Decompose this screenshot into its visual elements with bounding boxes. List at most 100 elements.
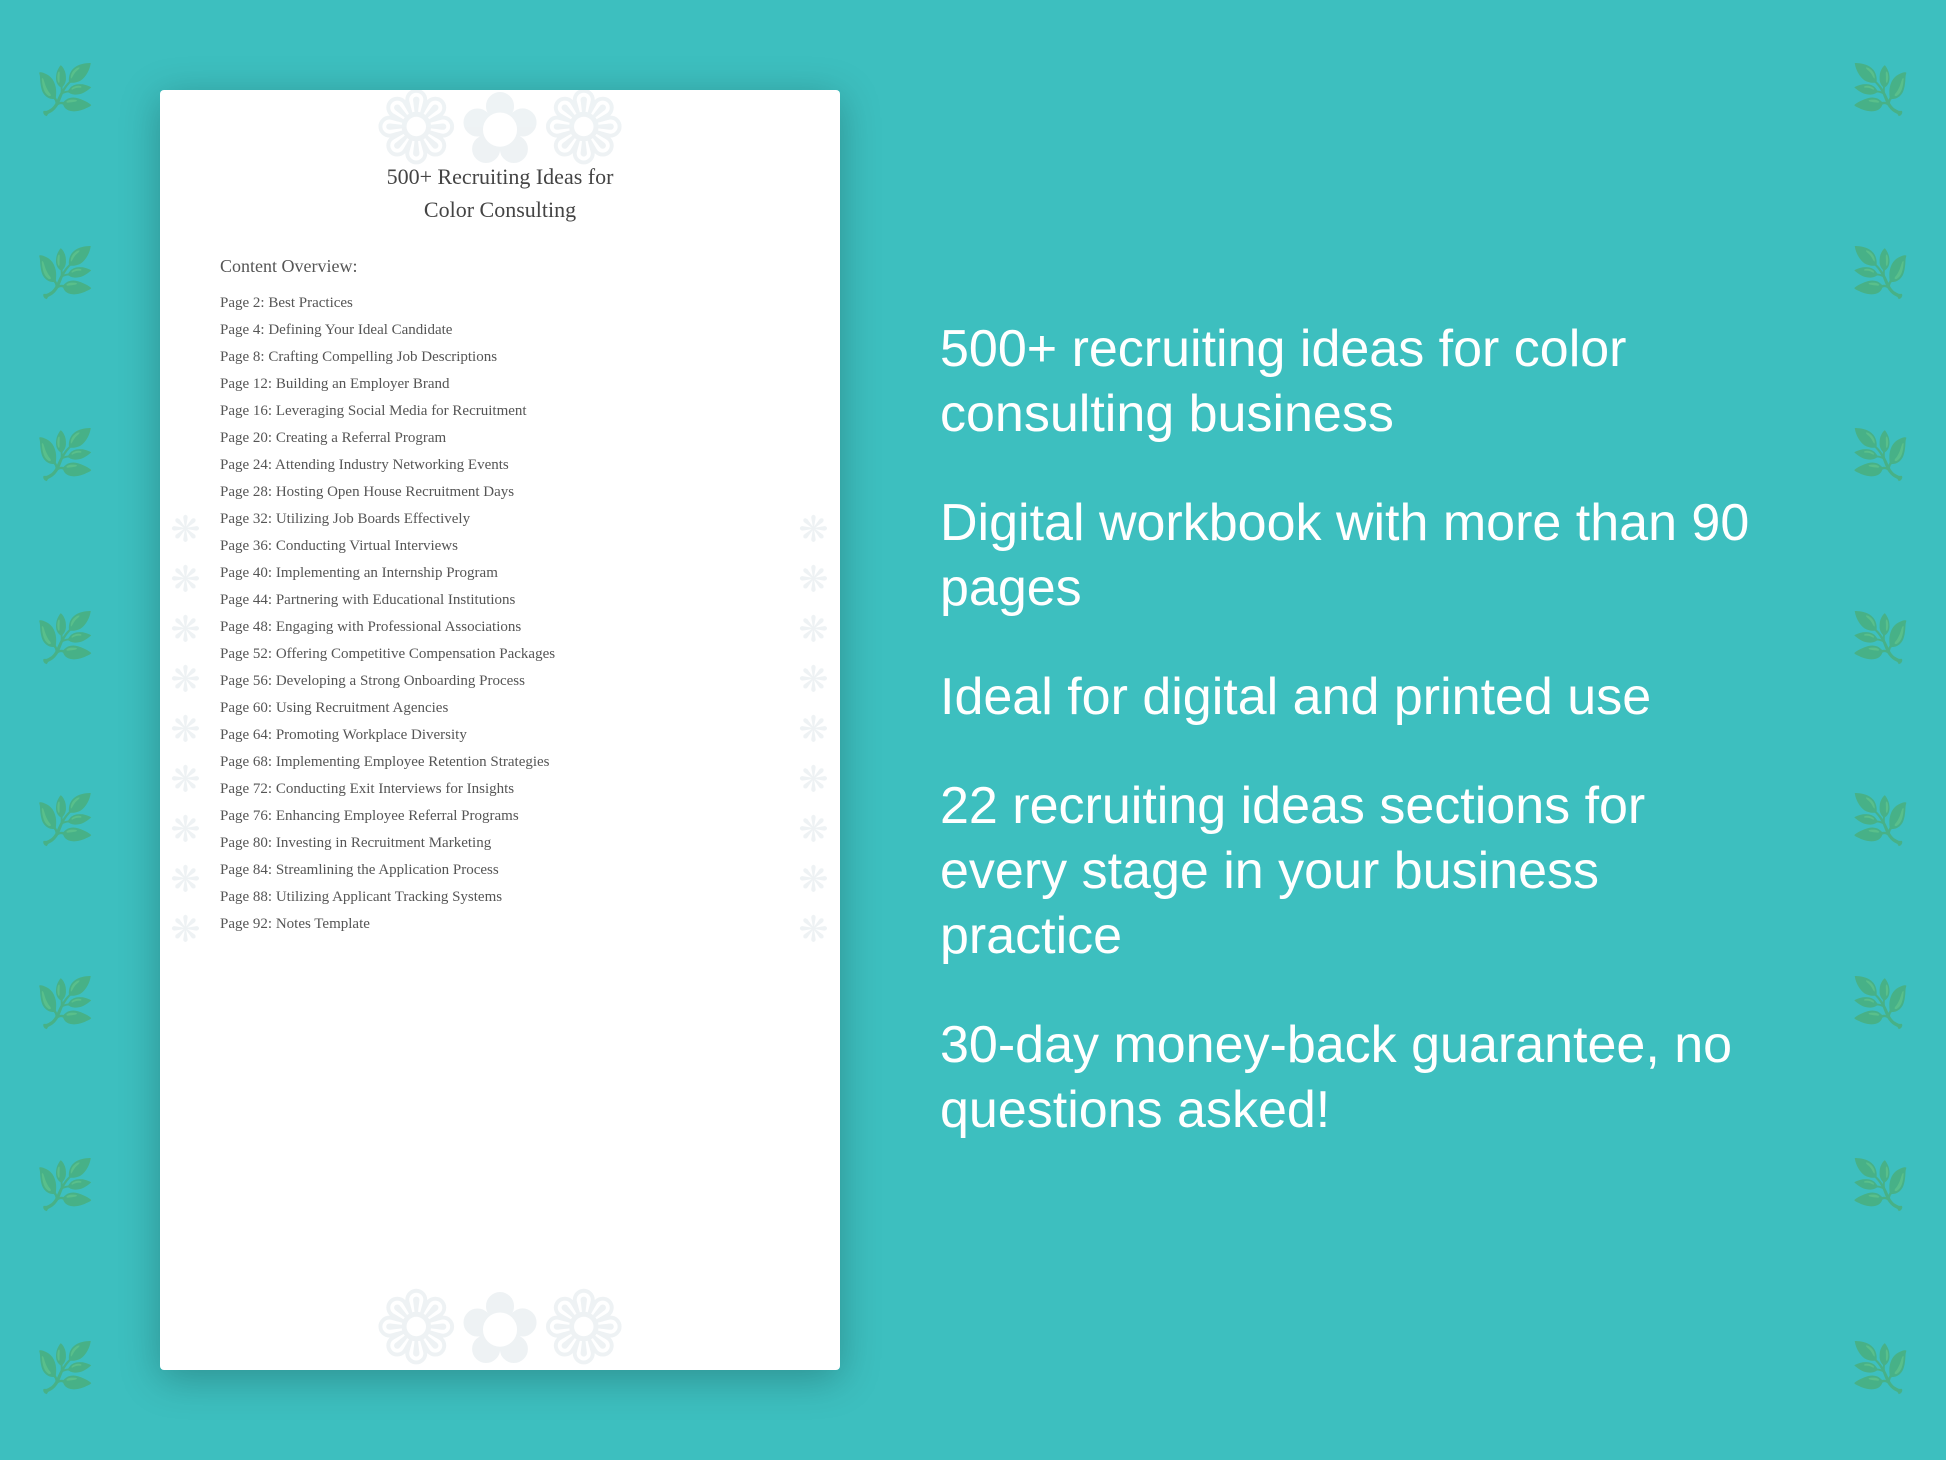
toc-topic: Hosting Open House Recruitment Days	[276, 484, 514, 500]
toc-topic: Utilizing Job Boards Effectively	[276, 511, 470, 527]
main-content: ❁✿❁ ❁✿❁ ❋ ❋ ❋ ❋ ❋ ❋ ❋ ❋ ❋ ❋ ❋ ❋ ❋ ❋ ❋ ❋ …	[0, 0, 1946, 1460]
toc-page-num: Page 84:	[220, 862, 272, 878]
toc-item: Page 28: Hosting Open House Recruitment …	[220, 482, 780, 503]
toc-page-num: Page 4:	[220, 322, 265, 338]
feature-text-4: 22 recruiting ideas sections for every s…	[940, 774, 1786, 969]
toc-item: Page 44: Partnering with Educational Ins…	[220, 590, 780, 611]
toc-item: Page 8: Crafting Compelling Job Descript…	[220, 347, 780, 368]
deco-right-side: ❋ ❋ ❋ ❋ ❋ ❋ ❋ ❋ ❋	[796, 510, 832, 951]
toc-page-num: Page 76:	[220, 808, 272, 824]
toc-page-num: Page 60:	[220, 700, 272, 716]
toc-topic: Developing a Strong Onboarding Process	[276, 673, 525, 689]
feature-text-2: Digital workbook with more than 90 pages	[940, 491, 1786, 621]
floral-sprig-4: 🌿	[35, 615, 95, 663]
floral-sprig-r2: 🌿	[1851, 250, 1911, 298]
toc-item: Page 52: Offering Competitive Compensati…	[220, 644, 780, 665]
toc-page-num: Page 12:	[220, 376, 272, 392]
floral-sprig-1: 🌿	[35, 67, 95, 115]
toc-page-num: Page 36:	[220, 538, 272, 554]
toc-item: Page 32: Utilizing Job Boards Effectivel…	[220, 509, 780, 530]
toc-page-num: Page 80:	[220, 835, 272, 851]
toc-topic: Attending Industry Networking Events	[275, 457, 509, 473]
right-floral-border: 🌿 🌿 🌿 🌿 🌿 🌿 🌿 🌿	[1816, 0, 1946, 1460]
toc-item: Page 12: Building an Employer Brand	[220, 374, 780, 395]
toc-item: Page 72: Conducting Exit Interviews for …	[220, 779, 780, 800]
toc-item: Page 64: Promoting Workplace Diversity	[220, 725, 780, 746]
toc-item: Page 88: Utilizing Applicant Tracking Sy…	[220, 887, 780, 908]
toc-topic: Defining Your Ideal Candidate	[268, 322, 452, 338]
toc-topic: Implementing Employee Retention Strategi…	[276, 754, 550, 770]
table-of-contents: Page 2: Best PracticesPage 4: Defining Y…	[220, 293, 780, 935]
toc-topic: Implementing an Internship Program	[276, 565, 498, 581]
toc-topic: Utilizing Applicant Tracking Systems	[276, 889, 502, 905]
floral-sprig-2: 🌿	[35, 250, 95, 298]
floral-sprig-r7: 🌿	[1851, 1162, 1911, 1210]
toc-item: Page 84: Streamlining the Application Pr…	[220, 860, 780, 881]
toc-item: Page 76: Enhancing Employee Referral Pro…	[220, 806, 780, 827]
floral-sprig-7: 🌿	[35, 1162, 95, 1210]
toc-topic: Partnering with Educational Institutions	[276, 592, 516, 608]
toc-topic: Best Practices	[268, 295, 353, 311]
toc-page-num: Page 68:	[220, 754, 272, 770]
floral-sprig-6: 🌿	[35, 980, 95, 1028]
toc-item: Page 2: Best Practices	[220, 293, 780, 314]
toc-topic: Promoting Workplace Diversity	[276, 727, 467, 743]
toc-page-num: Page 92:	[220, 916, 272, 932]
toc-topic: Enhancing Employee Referral Programs	[276, 808, 519, 824]
toc-page-num: Page 52:	[220, 646, 272, 662]
floral-sprig-r5: 🌿	[1851, 797, 1911, 845]
feature-text-1: 500+ recruiting ideas for color consulti…	[940, 317, 1786, 447]
floral-sprig-8: 🌿	[35, 1345, 95, 1393]
toc-topic: Creating a Referral Program	[276, 430, 446, 446]
toc-page-num: Page 2:	[220, 295, 265, 311]
toc-topic: Engaging with Professional Associations	[276, 619, 521, 635]
toc-page-num: Page 88:	[220, 889, 272, 905]
deco-left-side: ❋ ❋ ❋ ❋ ❋ ❋ ❋ ❋ ❋	[168, 510, 204, 951]
toc-topic: Leveraging Social Media for Recruitment	[276, 403, 527, 419]
floral-sprig-r6: 🌿	[1851, 980, 1911, 1028]
toc-topic: Conducting Exit Interviews for Insights	[276, 781, 514, 797]
toc-topic: Streamlining the Application Process	[276, 862, 499, 878]
toc-page-num: Page 56:	[220, 673, 272, 689]
workbook-preview: ❁✿❁ ❁✿❁ ❋ ❋ ❋ ❋ ❋ ❋ ❋ ❋ ❋ ❋ ❋ ❋ ❋ ❋ ❋ ❋ …	[160, 90, 840, 1370]
feature-text-3: Ideal for digital and printed use	[940, 665, 1786, 730]
features-panel: 500+ recruiting ideas for color consulti…	[920, 317, 1786, 1143]
toc-item: Page 36: Conducting Virtual Interviews	[220, 536, 780, 557]
toc-page-num: Page 24:	[220, 457, 272, 473]
toc-page-num: Page 16:	[220, 403, 272, 419]
toc-item: Page 20: Creating a Referral Program	[220, 428, 780, 449]
toc-topic: Building an Employer Brand	[276, 376, 450, 392]
toc-topic: Investing in Recruitment Marketing	[276, 835, 491, 851]
toc-page-num: Page 48:	[220, 619, 272, 635]
toc-topic: Notes Template	[276, 916, 370, 932]
toc-item: Page 56: Developing a Strong Onboarding …	[220, 671, 780, 692]
left-floral-border: 🌿 🌿 🌿 🌿 🌿 🌿 🌿 🌿	[0, 0, 130, 1460]
toc-page-num: Page 44:	[220, 592, 272, 608]
toc-page-num: Page 32:	[220, 511, 272, 527]
content-overview-label: Content Overview:	[220, 256, 780, 277]
toc-topic: Using Recruitment Agencies	[276, 700, 448, 716]
deco-top: ❁✿❁	[374, 90, 625, 180]
floral-sprig-r4: 🌿	[1851, 615, 1911, 663]
toc-page-num: Page 40:	[220, 565, 272, 581]
floral-sprig-5: 🌿	[35, 797, 95, 845]
toc-page-num: Page 28:	[220, 484, 272, 500]
toc-topic: Conducting Virtual Interviews	[276, 538, 458, 554]
toc-page-num: Page 72:	[220, 781, 272, 797]
toc-item: Page 16: Leveraging Social Media for Rec…	[220, 401, 780, 422]
floral-sprig-r3: 🌿	[1851, 432, 1911, 480]
toc-item: Page 24: Attending Industry Networking E…	[220, 455, 780, 476]
toc-topic: Crafting Compelling Job Descriptions	[268, 349, 497, 365]
toc-page-num: Page 8:	[220, 349, 265, 365]
toc-item: Page 68: Implementing Employee Retention…	[220, 752, 780, 773]
feature-text-5: 30-day money-back guarantee, no question…	[940, 1013, 1786, 1143]
deco-bottom: ❁✿❁	[374, 1280, 625, 1370]
toc-item: Page 48: Engaging with Professional Asso…	[220, 617, 780, 638]
floral-sprig-r1: 🌿	[1851, 67, 1911, 115]
toc-item: Page 80: Investing in Recruitment Market…	[220, 833, 780, 854]
toc-page-num: Page 64:	[220, 727, 272, 743]
floral-sprig-r8: 🌿	[1851, 1345, 1911, 1393]
toc-page-num: Page 20:	[220, 430, 272, 446]
floral-sprig-3: 🌿	[35, 432, 95, 480]
toc-item: Page 40: Implementing an Internship Prog…	[220, 563, 780, 584]
